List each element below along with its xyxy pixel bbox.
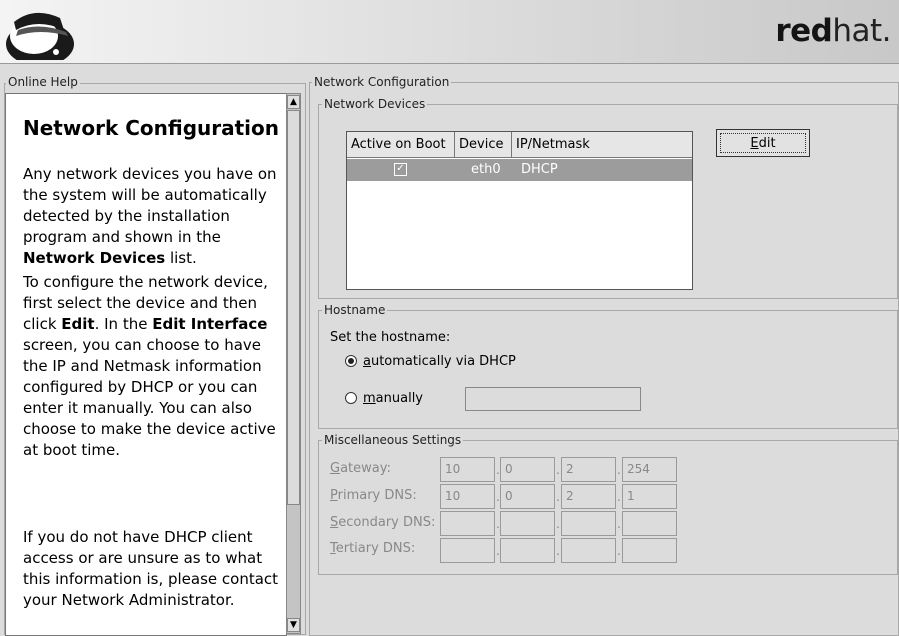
network-config-title: Network Configuration xyxy=(312,75,452,89)
secondary-dns-label: Secondary DNS: xyxy=(330,515,436,530)
tertiary-dns-octet-4[interactable] xyxy=(622,538,677,563)
gateway-label: Gateway: xyxy=(330,461,391,476)
hostname-title: Hostname xyxy=(322,303,388,317)
radio-unselected-icon[interactable] xyxy=(345,392,357,404)
primary-dns-octet-1[interactable]: 10 xyxy=(440,484,495,509)
column-header-device[interactable]: Device xyxy=(455,132,512,158)
help-paragraph-configure: To configure the network device, first s… xyxy=(23,273,276,459)
primary-dns-octet-3[interactable]: 2 xyxy=(561,484,616,509)
arrow-down-icon[interactable]: ▼ xyxy=(287,618,300,632)
shadowman-logo-icon xyxy=(6,12,74,60)
secondary-dns-octet-1[interactable] xyxy=(440,511,495,536)
brand-logo-text: redhat. xyxy=(775,13,891,49)
primary-dns-octet-2[interactable]: 0 xyxy=(500,484,555,509)
secondary-dns-octet-3[interactable] xyxy=(561,511,616,536)
gateway-octet-2[interactable]: 0 xyxy=(500,457,555,482)
radio-selected-icon[interactable] xyxy=(345,355,357,367)
hostname-auto-radio[interactable]: automatically via DHCP xyxy=(345,354,516,369)
primary-dns-label: Primary DNS: xyxy=(330,488,417,503)
scrollbar-thumb[interactable] xyxy=(287,110,300,505)
tertiary-dns-octet-1[interactable] xyxy=(440,538,495,563)
gateway-octet-4[interactable]: 254 xyxy=(622,457,677,482)
gateway-octet-3[interactable]: 2 xyxy=(561,457,616,482)
hostname-frame xyxy=(318,310,898,429)
help-paragraph-devices: Any network devices you have on the syst… xyxy=(23,165,277,267)
active-on-boot-checkbox[interactable]: ✓ xyxy=(394,163,407,176)
tertiary-dns-label: Tertiary DNS: xyxy=(330,541,416,556)
hostname-manual-radio[interactable]: manually xyxy=(345,391,423,406)
online-help-title: Online Help xyxy=(6,75,80,89)
tertiary-dns-octet-3[interactable] xyxy=(561,538,616,563)
secondary-dns-octet-2[interactable] xyxy=(500,511,555,536)
edit-button[interactable]: Edit xyxy=(716,129,810,157)
ip-netmask-cell: DHCP xyxy=(521,162,558,177)
secondary-dns-octet-4[interactable] xyxy=(622,511,677,536)
device-cell: eth0 xyxy=(471,162,501,177)
table-row[interactable]: ✓ eth0 DHCP xyxy=(347,159,692,181)
misc-settings-title: Miscellaneous Settings xyxy=(322,433,464,447)
header-banner: redhat. xyxy=(0,0,899,64)
tertiary-dns-octet-2[interactable] xyxy=(500,538,555,563)
column-header-ip[interactable]: IP/Netmask xyxy=(512,132,692,158)
network-devices-table: Active on Boot Device IP/Netmask ✓ eth0 … xyxy=(346,131,693,290)
gateway-octet-1[interactable]: 10 xyxy=(440,457,495,482)
help-heading: Network Configuration xyxy=(23,116,279,140)
set-hostname-label: Set the hostname: xyxy=(330,330,451,345)
help-paragraph-dhcp: If you do not have DHCP client access or… xyxy=(23,528,279,609)
column-header-active[interactable]: Active on Boot xyxy=(347,132,455,158)
hostname-input[interactable] xyxy=(465,387,641,411)
primary-dns-octet-4[interactable]: 1 xyxy=(622,484,677,509)
arrow-up-icon[interactable]: ▲ xyxy=(287,95,300,109)
network-devices-title: Network Devices xyxy=(322,97,428,111)
online-help-text-panel: Network Configuration Any network device… xyxy=(5,93,287,636)
help-scrollbar[interactable]: ▲ ▼ xyxy=(286,93,301,634)
